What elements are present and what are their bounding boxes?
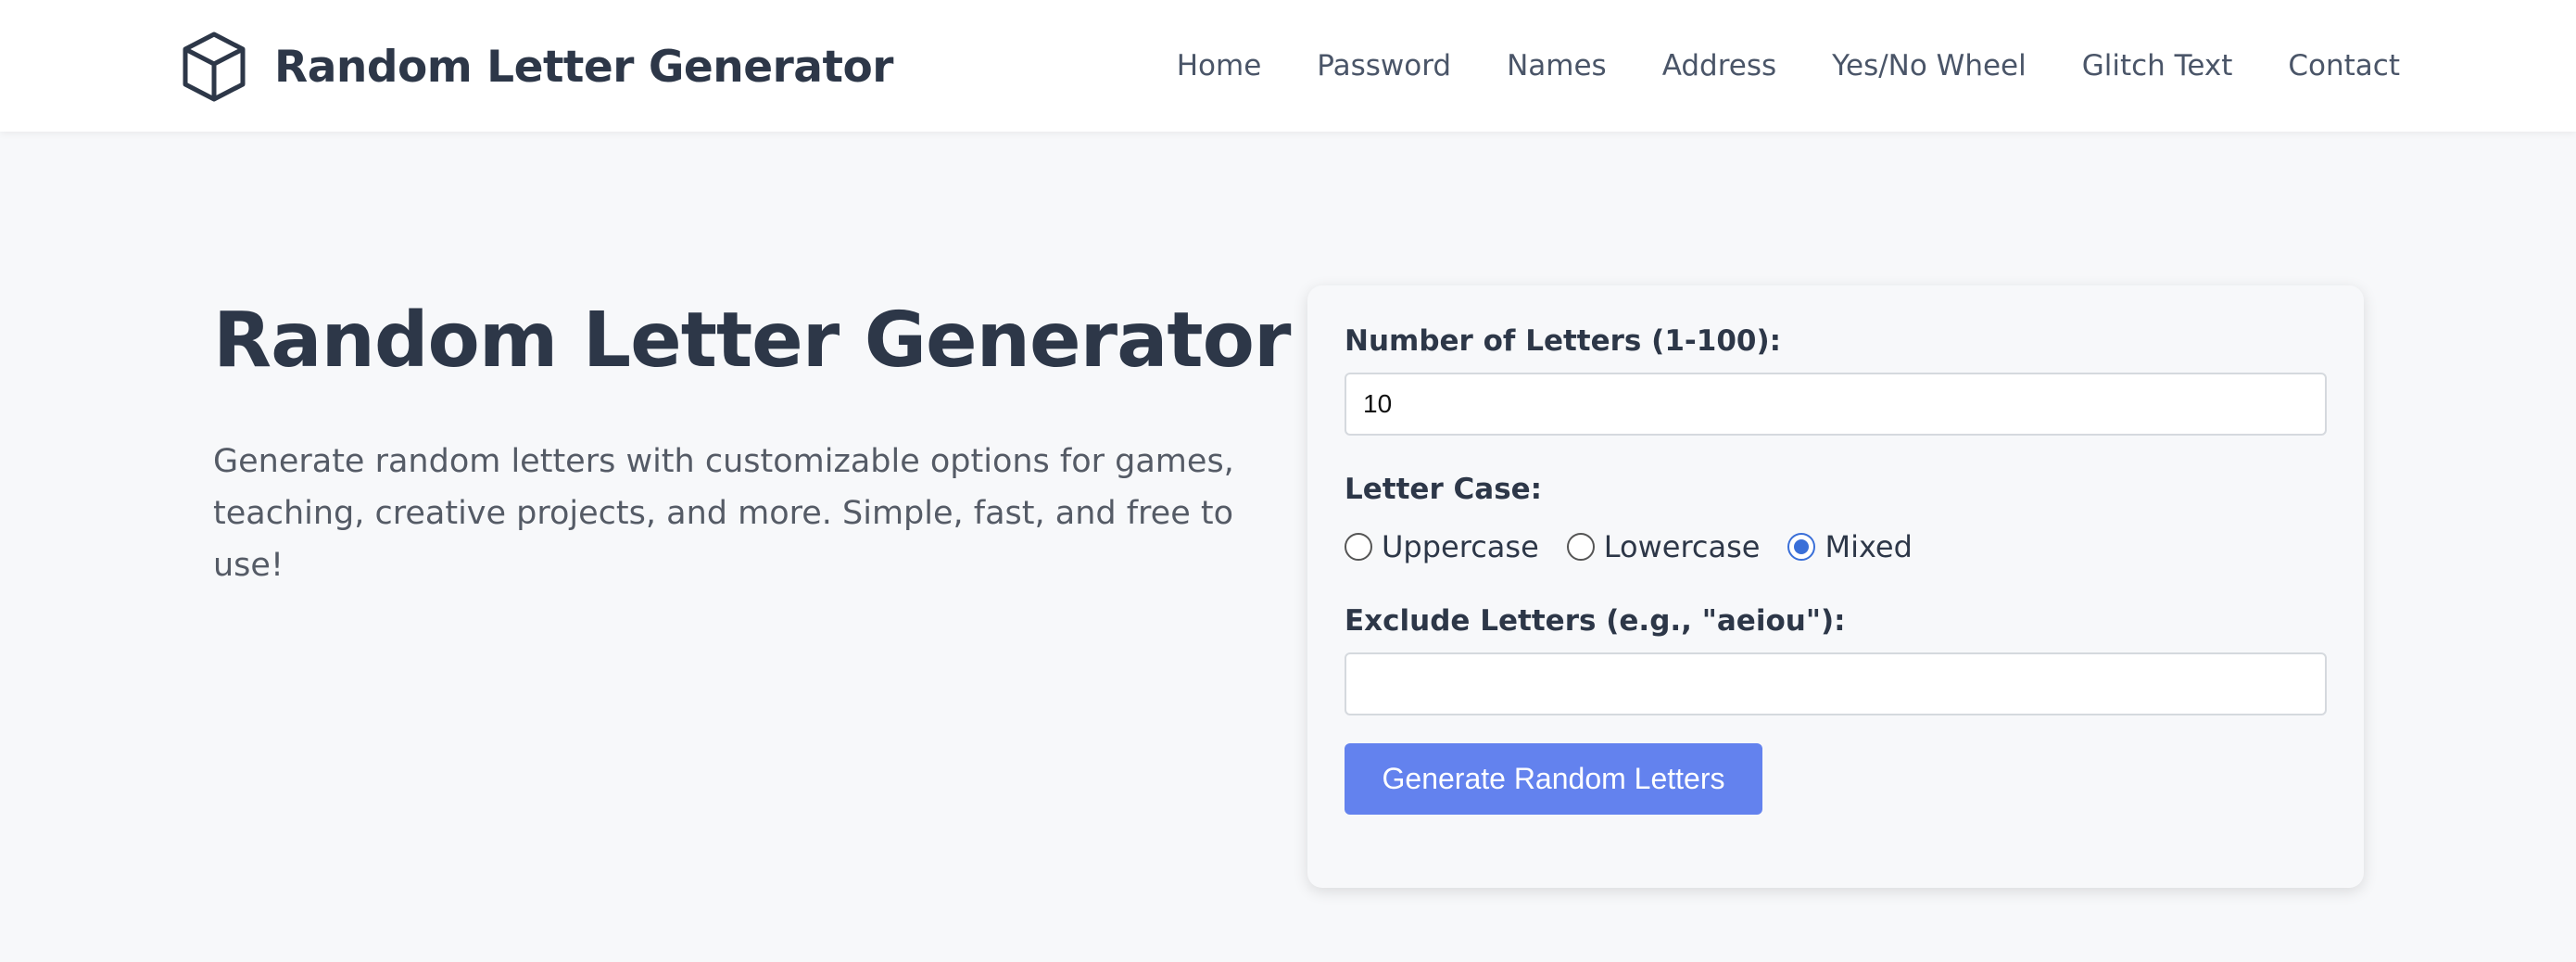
radio-button-selected-icon[interactable] [1787, 533, 1816, 561]
cube-icon [183, 32, 246, 102]
nav-address[interactable]: Address [1662, 49, 1776, 82]
nav-home[interactable]: Home [1177, 49, 1262, 82]
nav-names[interactable]: Names [1507, 49, 1607, 82]
site-name: Random Letter Generator [274, 41, 893, 93]
page-description: Generate random letters with customizabl… [213, 443, 1234, 584]
brand-link[interactable]: Random Letter Generator [182, 28, 893, 106]
nav-yes-no-wheel[interactable]: Yes/No Wheel [1832, 49, 2027, 82]
letter-case-label: Letter Case: [1345, 473, 1543, 506]
site-header: Random Letter Generator Home Password Na… [0, 0, 2576, 132]
letter-count-label: Number of Letters (1-100): [1345, 324, 1782, 358]
exclude-letters-label: Exclude Letters (e.g., "aeiou"): [1345, 604, 1846, 638]
radio-uppercase[interactable]: Uppercase [1345, 529, 1539, 564]
nav-password[interactable]: Password [1317, 49, 1451, 82]
radio-uppercase-label: Uppercase [1382, 529, 1539, 564]
radio-mixed-label: Mixed [1825, 529, 1913, 564]
nav-contact[interactable]: Contact [2288, 49, 2400, 82]
letter-count-input[interactable] [1345, 373, 2327, 436]
main-nav: Home Password Names Address Yes/No Wheel… [1177, 0, 2400, 132]
nav-glitch-text[interactable]: Glitch Text [2082, 49, 2233, 82]
radio-mixed[interactable]: Mixed [1787, 529, 1913, 564]
exclude-letters-input[interactable] [1345, 652, 2327, 715]
radio-button-icon[interactable] [1345, 533, 1372, 561]
letter-case-options: Uppercase Lowercase Mixed [1345, 528, 1913, 565]
radio-button-icon[interactable] [1566, 533, 1595, 561]
generate-button[interactable]: Generate Random Letters [1345, 743, 1762, 815]
generator-form-card: Number of Letters (1-100): Letter Case: … [1307, 285, 2364, 888]
page-title: Random Letter Generator [213, 297, 1291, 385]
radio-lowercase[interactable]: Lowercase [1566, 529, 1761, 564]
radio-lowercase-label: Lowercase [1603, 529, 1761, 564]
